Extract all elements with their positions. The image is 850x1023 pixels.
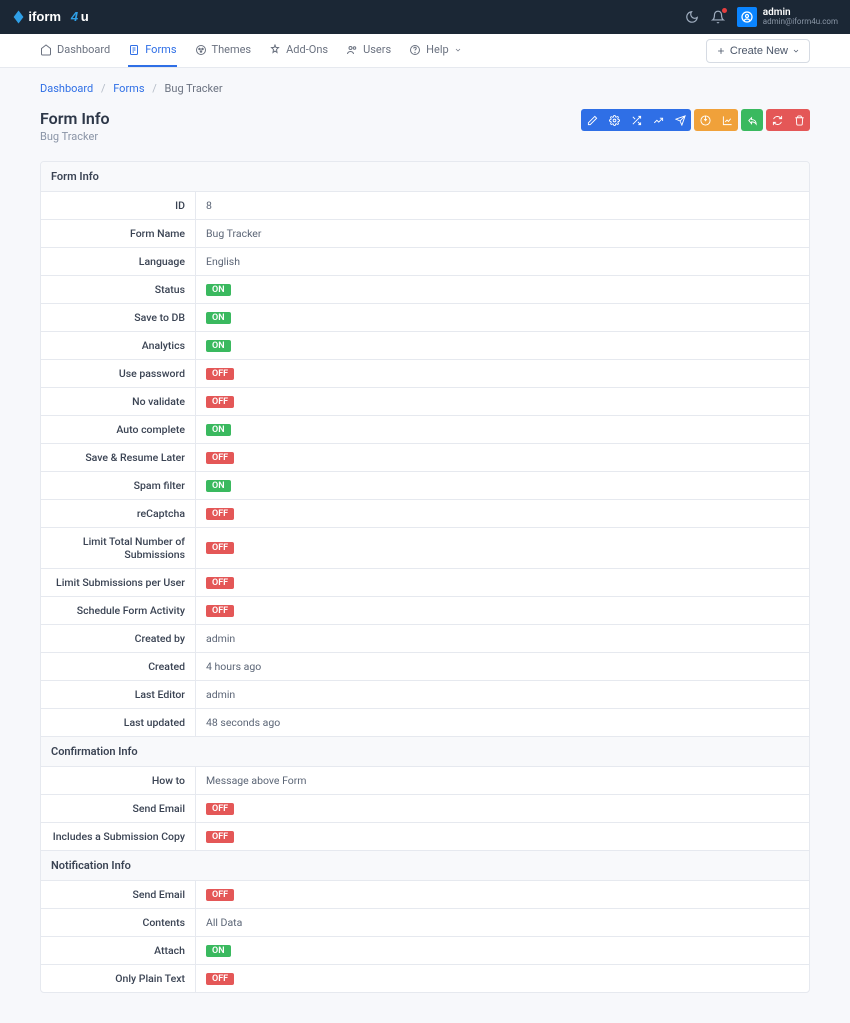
avatar xyxy=(737,7,757,27)
row-last-editor: Last Editoradmin xyxy=(41,681,809,709)
status-badge: ON xyxy=(206,312,231,324)
publish-button[interactable] xyxy=(669,109,691,131)
svg-text:u: u xyxy=(81,9,89,24)
brand-logo[interactable]: iform 4u xyxy=(12,8,127,26)
notifications-icon[interactable] xyxy=(711,10,725,24)
nav-forms[interactable]: Forms xyxy=(128,34,176,67)
status-badge: ON xyxy=(206,340,231,352)
nav-themes[interactable]: Themes xyxy=(195,34,252,67)
row-use-password: Use passwordOFF xyxy=(41,360,809,388)
status-badge: OFF xyxy=(206,803,234,815)
chevron-down-icon xyxy=(792,47,800,55)
status-badge: OFF xyxy=(206,368,234,380)
row-contents: ContentsAll Data xyxy=(41,909,809,937)
create-new-button[interactable]: Create New xyxy=(706,39,810,63)
refresh-button[interactable] xyxy=(766,109,788,131)
plus-icon xyxy=(716,46,726,56)
nav-help[interactable]: Help xyxy=(409,34,462,67)
row-auto-complete: Auto completeON xyxy=(41,416,809,444)
row-spam-filter: Spam filterON xyxy=(41,472,809,500)
status-badge: OFF xyxy=(206,542,234,554)
nav-themes-label: Themes xyxy=(212,43,252,56)
page-subtitle: Bug Tracker xyxy=(40,130,110,143)
status-badge: OFF xyxy=(206,396,234,408)
breadcrumb-current: Bug Tracker xyxy=(165,82,223,95)
user-email: admin@iform4u.com xyxy=(763,18,838,27)
edit-button[interactable] xyxy=(581,109,603,131)
row-conf-send-email: Send EmailOFF xyxy=(41,795,809,823)
row-save-resume: Save & Resume LaterOFF xyxy=(41,444,809,472)
status-badge: OFF xyxy=(206,831,234,843)
status-badge: ON xyxy=(206,284,231,296)
status-badge: OFF xyxy=(206,605,234,617)
nav-users[interactable]: Users xyxy=(346,34,391,67)
section-confirmation: Confirmation Info xyxy=(41,737,809,767)
row-recaptcha: reCaptchaOFF xyxy=(41,500,809,528)
row-form-name: Form NameBug Tracker xyxy=(41,220,809,248)
row-created-by: Created byadmin xyxy=(41,625,809,653)
nav-dashboard[interactable]: Dashboard xyxy=(40,34,110,67)
topbar: iform 4u admin admin@iform4u.com xyxy=(0,0,850,34)
navbar: Dashboard Forms Themes Add-Ons Users Hel… xyxy=(0,34,850,68)
section-form-info: Form Info xyxy=(41,162,809,192)
nav-dashboard-label: Dashboard xyxy=(57,43,110,56)
nav-users-label: Users xyxy=(363,43,391,56)
status-badge: OFF xyxy=(206,973,234,985)
row-includes-copy: Includes a Submission CopyOFF xyxy=(41,823,809,851)
row-attach: AttachON xyxy=(41,937,809,965)
shuffle-button[interactable] xyxy=(625,109,647,131)
chevron-down-icon xyxy=(454,46,462,54)
nav-help-label: Help xyxy=(426,43,449,56)
share-button[interactable] xyxy=(741,109,763,131)
row-how-to: How toMessage above Form xyxy=(41,767,809,795)
status-badge: OFF xyxy=(206,508,234,520)
action-toolbar xyxy=(581,109,810,131)
analytics-button[interactable] xyxy=(716,109,738,131)
section-notification: Notification Info xyxy=(41,851,809,881)
dark-mode-icon[interactable] xyxy=(685,10,699,24)
row-save-db: Save to DBON xyxy=(41,304,809,332)
row-no-validate: No validateOFF xyxy=(41,388,809,416)
submissions-button[interactable] xyxy=(694,109,716,131)
row-limit-total: Limit Total Number of SubmissionsOFF xyxy=(41,528,809,569)
addons-button[interactable] xyxy=(647,109,669,131)
page-title: Form Info xyxy=(40,109,110,128)
row-language: LanguageEnglish xyxy=(41,248,809,276)
info-card: Form Info ID8 Form NameBug Tracker Langu… xyxy=(40,161,810,993)
status-badge: OFF xyxy=(206,889,234,901)
nav-forms-label: Forms xyxy=(145,43,176,56)
status-badge: ON xyxy=(206,424,231,436)
svg-text:iform: iform xyxy=(28,9,61,24)
row-analytics: AnalyticsON xyxy=(41,332,809,360)
row-status: StatusON xyxy=(41,276,809,304)
breadcrumb-forms[interactable]: Forms xyxy=(113,82,144,95)
row-limit-user: Limit Submissions per UserOFF xyxy=(41,569,809,597)
breadcrumb: Dashboard / Forms / Bug Tracker xyxy=(40,82,810,95)
svg-text:4: 4 xyxy=(70,9,79,24)
nav-addons[interactable]: Add-Ons xyxy=(269,34,328,67)
breadcrumb-dashboard[interactable]: Dashboard xyxy=(40,82,93,95)
user-menu[interactable]: admin admin@iform4u.com xyxy=(737,7,838,27)
nav-addons-label: Add-Ons xyxy=(286,43,328,56)
row-created: Created4 hours ago xyxy=(41,653,809,681)
status-badge: OFF xyxy=(206,577,234,589)
settings-button[interactable] xyxy=(603,109,625,131)
create-new-label: Create New xyxy=(730,45,788,57)
row-notif-send-email: Send EmailOFF xyxy=(41,881,809,909)
notification-dot xyxy=(722,8,727,13)
status-badge: ON xyxy=(206,480,231,492)
delete-button[interactable] xyxy=(788,109,810,131)
status-badge: OFF xyxy=(206,452,234,464)
row-last-updated: Last updated48 seconds ago xyxy=(41,709,809,737)
status-badge: ON xyxy=(206,945,231,957)
row-id: ID8 xyxy=(41,192,809,220)
row-schedule: Schedule Form ActivityOFF xyxy=(41,597,809,625)
row-plain-text: Only Plain TextOFF xyxy=(41,965,809,992)
